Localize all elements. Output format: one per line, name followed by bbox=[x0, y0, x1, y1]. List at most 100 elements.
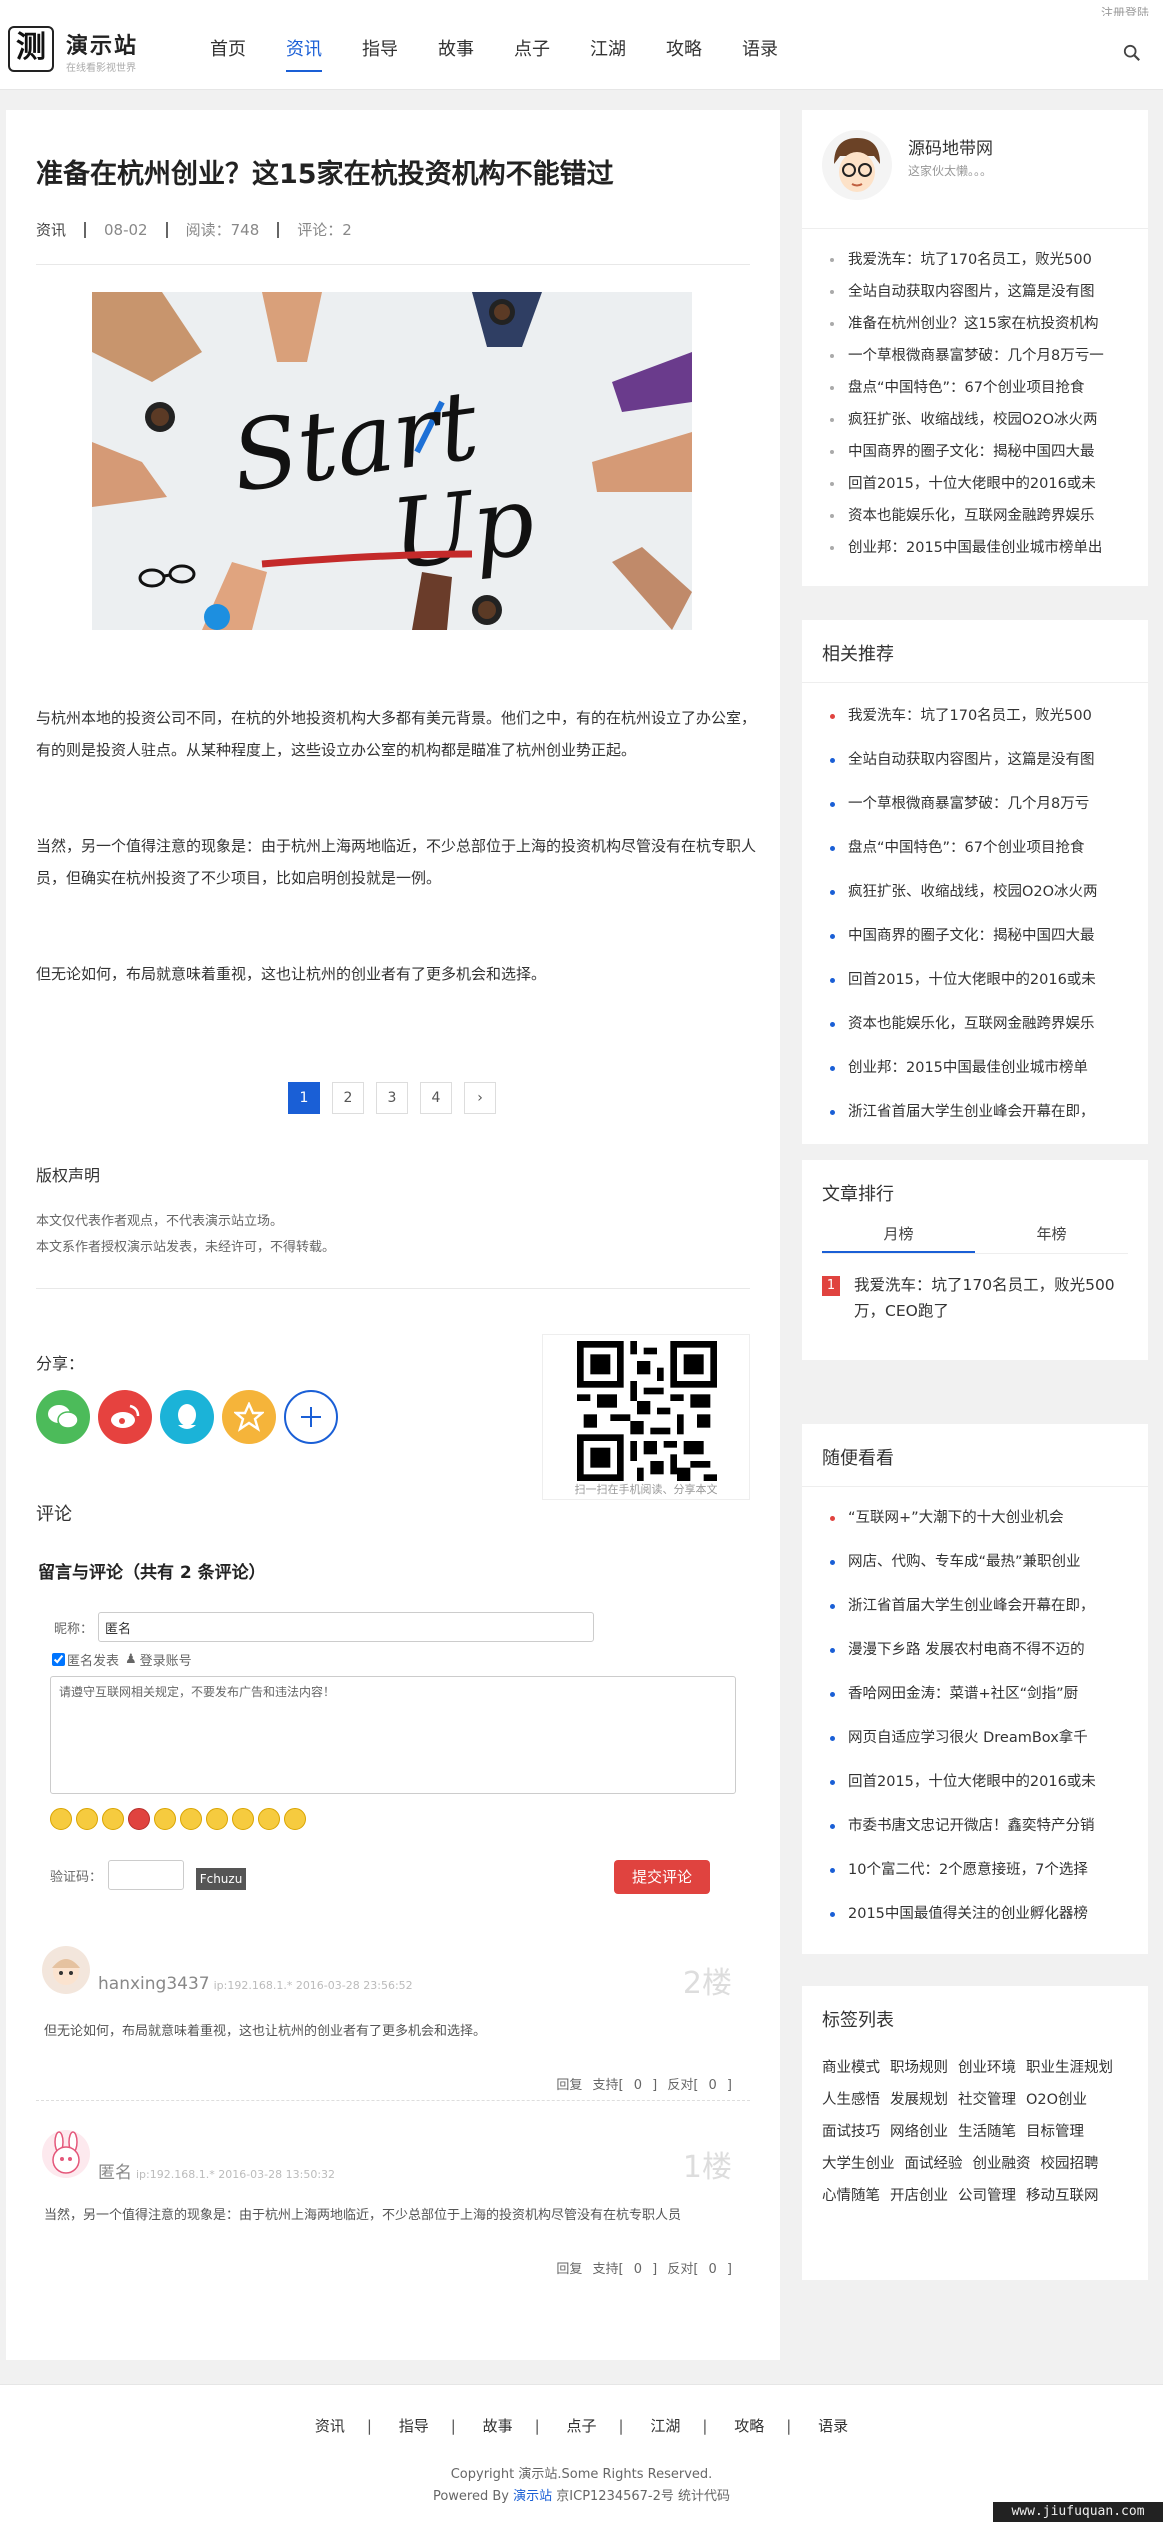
tag-link[interactable]: O2O创业 bbox=[1026, 2084, 1087, 2116]
nav-item-quotes[interactable]: 语录 bbox=[722, 16, 798, 90]
tag-link[interactable]: 社交管理 bbox=[958, 2084, 1016, 2116]
footer-link-news[interactable]: 资讯 bbox=[315, 2417, 345, 2435]
list-item[interactable]: 2015中国最值得关注的创业孵化器榜 bbox=[822, 1892, 1132, 1936]
tag-link[interactable]: 心情随笔 bbox=[822, 2180, 880, 2212]
footer-link-guide[interactable]: 指导 bbox=[399, 2417, 429, 2435]
list-item[interactable]: 浙江省首届大学生创业峰会开幕在即， bbox=[822, 1584, 1132, 1628]
tag-link[interactable]: 生活随笔 bbox=[958, 2116, 1016, 2148]
captcha-image[interactable]: Fchuzu bbox=[196, 1868, 246, 1890]
list-item[interactable]: 盘点“中国特色”：67个创业项目抢食 bbox=[822, 826, 1132, 870]
more-share-button[interactable] bbox=[284, 1390, 338, 1444]
list-item[interactable]: 我爱洗车：坑了170名员工，败光500 bbox=[822, 694, 1132, 738]
anonymous-checkbox[interactable] bbox=[52, 1653, 65, 1666]
captcha-input[interactable] bbox=[108, 1860, 184, 1890]
list-item[interactable]: 准备在杭州创业？这15家在杭投资机构 bbox=[822, 308, 1132, 340]
tag-link[interactable]: 发展规划 bbox=[890, 2084, 948, 2116]
list-item[interactable]: 资本也能娱乐化，互联网金融跨界娱乐 bbox=[822, 500, 1132, 532]
list-item[interactable]: 回首2015，十位大佬眼中的2016或未 bbox=[822, 468, 1132, 500]
tag-link[interactable]: 大学生创业 bbox=[822, 2148, 895, 2180]
list-item[interactable]: 回首2015，十位大佬眼中的2016或未 bbox=[822, 1760, 1132, 1804]
tag-link[interactable]: 创业融资 bbox=[973, 2148, 1031, 2180]
list-item[interactable]: “互联网+”大潮下的十大创业机会 bbox=[822, 1496, 1132, 1540]
site-logo[interactable]: 测 演示站 在线看影视世界 bbox=[8, 26, 160, 76]
powered-brand-link[interactable]: 演示站 bbox=[513, 2489, 552, 2504]
tag-link[interactable]: 职业生涯规划 bbox=[1026, 2052, 1113, 2084]
rank-item-title[interactable]: 我爱洗车：坑了170名员工，败光500万，CEO跑了 bbox=[854, 1272, 1134, 1324]
qq-share-button[interactable] bbox=[160, 1390, 214, 1444]
tag-link[interactable]: 开店创业 bbox=[890, 2180, 948, 2212]
tag-link[interactable]: 公司管理 bbox=[958, 2180, 1016, 2212]
tag-link[interactable]: 人生感悟 bbox=[822, 2084, 880, 2116]
tag-link[interactable]: 目标管理 bbox=[1026, 2116, 1084, 2148]
list-item[interactable]: 网店、代购、专车成“最热”兼职创业 bbox=[822, 1540, 1132, 1584]
tag-link[interactable]: 面试经验 bbox=[905, 2148, 963, 2180]
tag-link[interactable]: 校园招聘 bbox=[1041, 2148, 1099, 2180]
wechat-share-button[interactable] bbox=[36, 1390, 90, 1444]
comment-actions[interactable]: 回复 支持[ 0 ] 反对[ 0 ] bbox=[556, 2074, 732, 2093]
page-4-button[interactable]: 4 bbox=[420, 1082, 452, 1114]
list-item[interactable]: 全站自动获取内容图片，这篇是没有图 bbox=[822, 276, 1132, 308]
nav-item-guide[interactable]: 指导 bbox=[342, 16, 418, 90]
footer-link-story[interactable]: 故事 bbox=[483, 2417, 513, 2435]
tag-link[interactable]: 创业环境 bbox=[958, 2052, 1016, 2084]
nav-item-strategy[interactable]: 攻略 bbox=[646, 16, 722, 90]
nav-item-story[interactable]: 故事 bbox=[418, 16, 494, 90]
nav-item-jianghu[interactable]: 江湖 bbox=[570, 16, 646, 90]
submit-comment-button[interactable]: 提交评论 bbox=[614, 1860, 710, 1894]
meta-category[interactable]: 资讯 bbox=[36, 222, 84, 238]
emoji-grin-icon[interactable] bbox=[206, 1808, 228, 1830]
emoji-surprise-icon[interactable] bbox=[180, 1808, 202, 1830]
list-item[interactable]: 疯狂扩张、收缩战线，校园O2O冰火两 bbox=[822, 404, 1132, 436]
comment-actions[interactable]: 回复 支持[ 0 ] 反对[ 0 ] bbox=[556, 2258, 732, 2277]
nickname-input[interactable] bbox=[98, 1612, 594, 1642]
profile-name[interactable]: 源码地带网 bbox=[908, 134, 993, 159]
page-2-button[interactable]: 2 bbox=[332, 1082, 364, 1114]
tab-monthly[interactable]: 月榜 bbox=[822, 1214, 975, 1253]
tag-link[interactable]: 职场规则 bbox=[890, 2052, 948, 2084]
list-item[interactable]: 中国商界的圈子文化：揭秘中国四大最 bbox=[822, 436, 1132, 468]
comment-textarea[interactable]: 请遵守互联网相关规定，不要发布广告和违法内容！ bbox=[50, 1676, 736, 1794]
footer-link-quotes[interactable]: 语录 bbox=[818, 2417, 848, 2435]
icp-text[interactable]: 京ICP1234567-2号 统计代码 bbox=[556, 2489, 730, 2504]
emoji-smile-icon[interactable] bbox=[50, 1808, 72, 1830]
tag-link[interactable]: 商业模式 bbox=[822, 2052, 880, 2084]
list-item[interactable]: 市委书唐文忠记开微店！鑫奕特产分销 bbox=[822, 1804, 1132, 1848]
tab-yearly[interactable]: 年榜 bbox=[975, 1214, 1128, 1253]
footer-link-idea[interactable]: 点子 bbox=[566, 2417, 596, 2435]
list-item[interactable]: 浙江省首届大学生创业峰会开幕在即， bbox=[822, 1090, 1132, 1134]
tag-link[interactable]: 面试技巧 bbox=[822, 2116, 880, 2148]
list-item[interactable]: 盘点“中国特色”：67个创业项目抢食 bbox=[822, 372, 1132, 404]
list-item[interactable]: 我爱洗车：坑了170名员工，败光500 bbox=[822, 244, 1132, 276]
footer-link-jianghu[interactable]: 江湖 bbox=[650, 2417, 680, 2435]
nav-item-idea[interactable]: 点子 bbox=[494, 16, 570, 90]
page-1-button[interactable]: 1 bbox=[288, 1082, 320, 1114]
emoji-cute-icon[interactable] bbox=[102, 1808, 124, 1830]
nav-item-news[interactable]: 资讯 bbox=[266, 16, 342, 90]
list-item[interactable]: 全站自动获取内容图片，这篇是没有图 bbox=[822, 738, 1132, 782]
weibo-share-button[interactable] bbox=[98, 1390, 152, 1444]
list-item[interactable]: 一个草根微商暴富梦破：几个月8万亏 bbox=[822, 782, 1132, 826]
emoji-wink-icon[interactable] bbox=[154, 1808, 176, 1830]
emoji-confused-icon[interactable] bbox=[258, 1808, 280, 1830]
list-item[interactable]: 10个富二代：2个愿意接班，7个选择 bbox=[822, 1848, 1132, 1892]
login-link[interactable]: 登录账号 bbox=[140, 1650, 192, 1669]
tag-link[interactable]: 网络创业 bbox=[890, 2116, 948, 2148]
emoji-tongue-icon[interactable] bbox=[232, 1808, 254, 1830]
nav-item-home[interactable]: 首页 bbox=[190, 16, 266, 90]
list-item[interactable]: 香哈网田金涛：菜谱+社区“剑指”厨 bbox=[822, 1672, 1132, 1716]
list-item[interactable]: 中国商界的圈子文化：揭秘中国四大最 bbox=[822, 914, 1132, 958]
page-3-button[interactable]: 3 bbox=[376, 1082, 408, 1114]
list-item[interactable]: 创业邦：2015中国最佳创业城市榜单 bbox=[822, 1046, 1132, 1090]
list-item[interactable]: 漫漫下乡路 发展农村电商不得不迈的 bbox=[822, 1628, 1132, 1672]
emoji-laugh-icon[interactable] bbox=[76, 1808, 98, 1830]
list-item[interactable]: 资本也能娱乐化，互联网金融跨界娱乐 bbox=[822, 1002, 1132, 1046]
next-page-button[interactable]: › bbox=[464, 1082, 496, 1114]
emoji-angry-icon[interactable] bbox=[128, 1808, 150, 1830]
search-icon[interactable] bbox=[1123, 44, 1141, 62]
footer-link-strategy[interactable]: 攻略 bbox=[734, 2417, 764, 2435]
tag-link[interactable]: 移动互联网 bbox=[1026, 2180, 1099, 2212]
list-item[interactable]: 网页自适应学习很火 DreamBox拿千 bbox=[822, 1716, 1132, 1760]
profile-avatar[interactable] bbox=[822, 130, 892, 200]
emoji-shock-icon[interactable] bbox=[284, 1808, 306, 1830]
list-item[interactable]: 回首2015，十位大佬眼中的2016或未 bbox=[822, 958, 1132, 1002]
